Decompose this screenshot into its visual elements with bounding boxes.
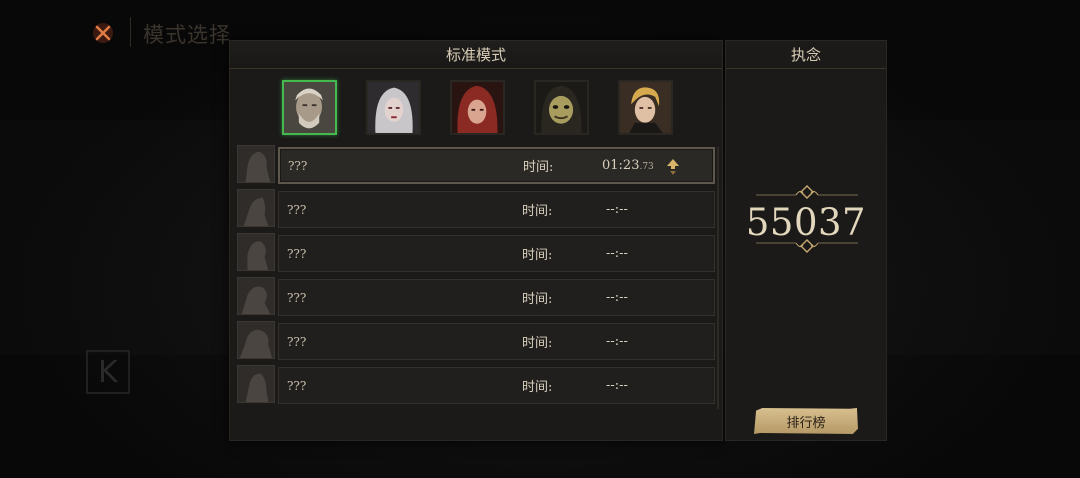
portrait-masked[interactable] [534, 80, 589, 135]
record-time-fraction: .73 [639, 162, 654, 172]
record-row[interactable]: ??? 时间: --:-- [278, 323, 715, 360]
rank-up-icon [667, 159, 679, 175]
ornament-top-icon [756, 185, 858, 199]
close-button[interactable] [88, 18, 118, 48]
record-row[interactable]: ??? 时间: --:-- [278, 367, 715, 404]
mode-panel: 标准模式 ??? 时间: 01:23.73 ??? 时间: --:-- ??? … [229, 40, 723, 441]
row-silhouette-avatar [237, 321, 275, 359]
record-name: ??? [287, 202, 307, 217]
background-emblem: K [86, 350, 130, 394]
record-time-label: 时间: [522, 204, 553, 219]
ornament-bottom-icon [756, 239, 858, 253]
record-name: ??? [287, 290, 307, 305]
portrait-white-haired-woman[interactable] [366, 80, 421, 135]
old-man-portrait-icon [284, 82, 335, 133]
leaderboard-button[interactable]: 排行榜 [754, 408, 858, 434]
side-panel-title: 执念 [726, 41, 886, 69]
row-silhouette-avatar [237, 277, 275, 315]
record-row[interactable]: ??? 时间: --:-- [278, 235, 715, 272]
list-scrollbar[interactable] [717, 147, 719, 409]
silhouette-icon [238, 322, 274, 358]
record-name: ??? [287, 246, 307, 261]
row-silhouette-avatar [237, 189, 275, 227]
blonde-man-portrait-icon [620, 82, 671, 133]
red-hood-portrait-icon [452, 82, 503, 133]
white-haired-woman-portrait-icon [368, 82, 419, 133]
panel-title: 标准模式 [230, 41, 722, 69]
record-time-label: 时间: [523, 160, 554, 175]
portrait-blonde-man[interactable] [618, 80, 673, 135]
record-time: --:-- [606, 202, 628, 217]
close-x-icon [93, 23, 113, 43]
silhouette-icon [238, 146, 274, 182]
obsession-panel: 执念 55037 排行榜 [725, 40, 887, 441]
silhouette-icon [238, 366, 274, 402]
record-name: ??? [287, 378, 307, 393]
record-name: ??? [287, 334, 307, 349]
row-silhouette-avatar [237, 233, 275, 271]
record-time: --:-- [606, 246, 628, 261]
record-time-label: 时间: [522, 292, 553, 307]
portrait-old-man[interactable] [282, 80, 337, 135]
record-time: --:-- [606, 378, 628, 393]
row-silhouette-avatar [237, 145, 275, 183]
silhouette-icon [238, 278, 274, 314]
record-row[interactable]: ??? 时间: --:-- [278, 279, 715, 316]
record-row[interactable]: ??? 时间: --:-- [278, 191, 715, 228]
record-time-label: 时间: [522, 336, 553, 351]
record-list: ??? 时间: 01:23.73 ??? 时间: --:-- ??? 时间: -… [230, 145, 722, 442]
record-name: ??? [288, 158, 308, 173]
page-title: 模式选择 [143, 23, 231, 47]
header-divider [130, 17, 131, 47]
silhouette-icon [238, 190, 274, 226]
portrait-strip [230, 69, 722, 172]
record-time: 01:23.73 [602, 158, 654, 173]
record-time: --:-- [606, 334, 628, 349]
record-time-label: 时间: [522, 248, 553, 263]
score-value: 55037 [745, 201, 867, 244]
record-time: --:-- [606, 290, 628, 305]
masked-portrait-icon [536, 82, 587, 133]
row-silhouette-avatar [237, 365, 275, 403]
silhouette-icon [238, 234, 274, 270]
record-time-main: 01:23 [602, 158, 640, 173]
record-row[interactable]: ??? 时间: 01:23.73 [278, 147, 715, 184]
record-time-label: 时间: [522, 380, 553, 395]
portrait-red-hood[interactable] [450, 80, 505, 135]
